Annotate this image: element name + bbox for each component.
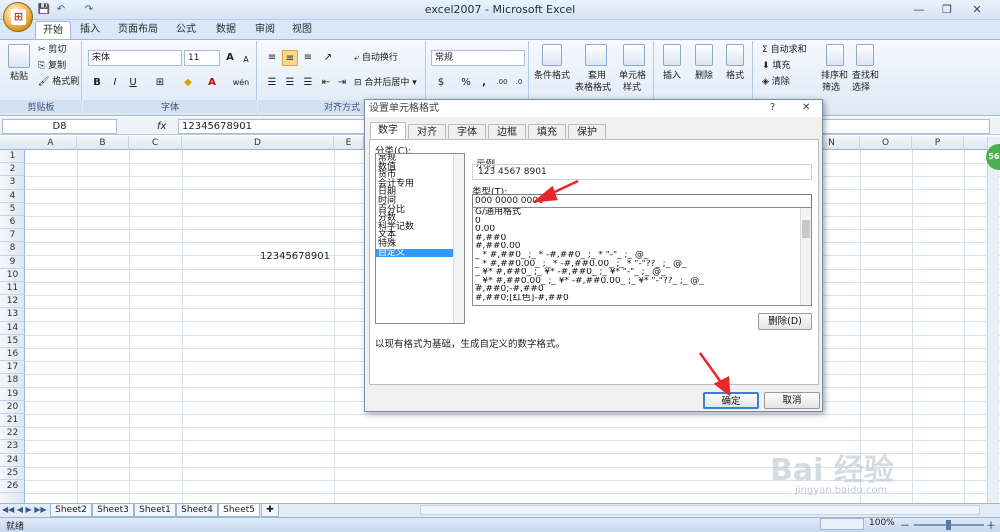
arrow-to-ok-button (698, 352, 725, 386)
annotation-arrows (531, 179, 731, 397)
arrow-head-type (531, 185, 558, 203)
office-button[interactable]: ⊞ (3, 2, 33, 32)
arrow-head-ok (713, 376, 731, 397)
office-logo-icon: ⊞ (11, 9, 26, 25)
